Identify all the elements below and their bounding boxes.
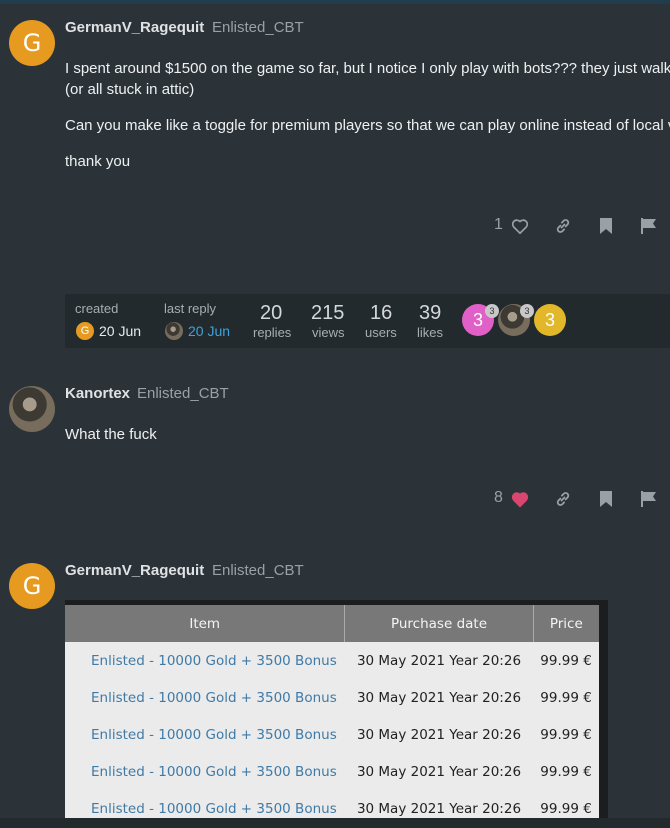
flag-icon[interactable] (637, 214, 661, 238)
share-link-icon[interactable] (551, 487, 575, 511)
bottom-bar (0, 818, 670, 828)
flag-icon[interactable] (637, 487, 661, 511)
price-cell: 99.99 € (540, 652, 592, 669)
user-avatar[interactable]: G (9, 563, 55, 609)
topic-map: created G 20 Jun last reply 20 Jun 20 re… (65, 294, 670, 348)
participant-post-count: 3 (485, 304, 499, 318)
date-cell: 30 May 2021 Year 20:26 (356, 763, 522, 780)
replies-label: replies (253, 325, 292, 340)
created-avatar[interactable]: G (76, 322, 94, 340)
views-count: 215 (311, 302, 345, 324)
post-paragraph: thank you (65, 153, 131, 170)
purchase-history-image[interactable]: Item Purchase date Price Enlisted - 1000… (65, 600, 608, 827)
participant-post-count: 3 (520, 304, 534, 318)
column-header-item: Item (65, 605, 346, 642)
table-row: Enlisted - 10000 Gold + 3500 Bonus 30 Ma… (65, 642, 599, 679)
like-heart-icon[interactable] (508, 214, 532, 238)
liked-heart-icon[interactable] (508, 487, 532, 511)
date-cell: 30 May 2021 Year 20:26 (356, 689, 522, 706)
post-actions: 1 (490, 214, 670, 238)
item-cell: Enlisted - 10000 Gold + 3500 Bonus (91, 689, 337, 706)
post-paragraph: (or all stuck in attic) (65, 81, 195, 98)
replies-count: 20 (260, 302, 283, 324)
created-date[interactable]: 20 Jun (99, 323, 141, 339)
top-bar (0, 0, 670, 4)
user-title: Enlisted_CBT (212, 19, 304, 36)
username[interactable]: Kanortex (65, 385, 130, 402)
user-title: Enlisted_CBT (137, 385, 229, 402)
like-count: 8 (494, 489, 503, 506)
item-cell: Enlisted - 10000 Gold + 3500 Bonus (91, 726, 337, 743)
users-count: 16 (370, 302, 393, 324)
date-cell: 30 May 2021 Year 20:26 (356, 652, 522, 669)
price-cell: 99.99 € (540, 726, 592, 743)
post-paragraph: Can you make like a toggle for premium p… (65, 117, 670, 134)
user-avatar[interactable] (9, 386, 55, 432)
date-cell: 30 May 2021 Year 20:26 (356, 726, 522, 743)
like-count: 1 (494, 216, 503, 233)
post-actions: 8 (490, 487, 670, 511)
price-cell: 99.99 € (540, 689, 592, 706)
username[interactable]: GermanV_Ragequit (65, 562, 204, 579)
bookmark-icon[interactable] (594, 487, 618, 511)
table-row: Enlisted - 10000 Gold + 3500 Bonus 30 Ma… (65, 679, 599, 716)
table-header-row: Item Purchase date Price (65, 605, 599, 642)
last-reply-label: last reply (164, 301, 217, 316)
purchase-table: Item Purchase date Price Enlisted - 1000… (65, 605, 599, 827)
post-paragraph: I spent around $1500 on the game so far,… (65, 60, 670, 77)
likes-count: 39 (419, 302, 442, 324)
created-label: created (75, 301, 119, 316)
last-reply-date[interactable]: 20 Jun (188, 323, 230, 339)
price-cell: 99.99 € (540, 763, 592, 780)
column-header-date: Purchase date (344, 605, 534, 642)
likes-label: likes (417, 325, 444, 340)
user-title: Enlisted_CBT (212, 562, 304, 579)
table-row: Enlisted - 10000 Gold + 3500 Bonus 30 Ma… (65, 753, 599, 790)
table-row: Enlisted - 10000 Gold + 3500 Bonus 30 Ma… (65, 716, 599, 753)
participant-avatar[interactable]: 3 (534, 304, 566, 336)
item-cell: Enlisted - 10000 Gold + 3500 Bonus (91, 763, 337, 780)
views-label: views (312, 325, 345, 340)
share-link-icon[interactable] (551, 214, 575, 238)
users-label: users (365, 325, 397, 340)
username[interactable]: GermanV_Ragequit (65, 19, 204, 36)
column-header-price: Price (533, 605, 599, 642)
item-cell: Enlisted - 10000 Gold + 3500 Bonus (91, 652, 337, 669)
user-avatar[interactable]: G (9, 20, 55, 66)
last-reply-avatar[interactable] (165, 322, 183, 340)
post-text: What the fuck (65, 426, 157, 443)
bookmark-icon[interactable] (594, 214, 618, 238)
